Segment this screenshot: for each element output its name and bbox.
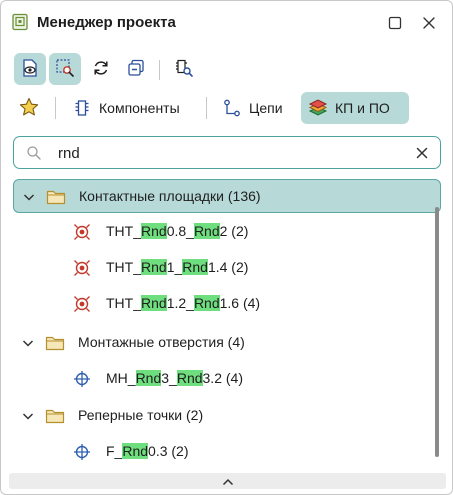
chevron-up-icon: [222, 473, 234, 489]
match-highlight: Rnd: [176, 370, 203, 386]
label-part: 0.8_: [166, 223, 194, 239]
tree-item-row[interactable]: THT_Rnd0.8_Rnd2 (2): [13, 215, 441, 249]
label-part: F_: [106, 443, 123, 459]
close-button[interactable]: [419, 13, 439, 33]
scroll-up-bar[interactable]: [9, 473, 446, 489]
label-part: 3.2 (4): [202, 370, 243, 386]
refresh-button[interactable]: [85, 53, 117, 85]
tab-separator: [55, 97, 56, 119]
item-label: F_Rnd0.3 (2): [106, 443, 189, 459]
crosshair-icon: [73, 370, 91, 388]
tree-group-row[interactable]: Реперные точки (2): [13, 399, 441, 433]
search-icon: [26, 145, 42, 164]
label-part: THT_: [106, 223, 141, 239]
match-highlight: Rnd: [135, 370, 162, 386]
group-label: Контактные площадки (136): [79, 188, 261, 204]
label-part: 3_: [161, 370, 177, 386]
collapse-all-button[interactable]: [120, 53, 152, 85]
tab-nets-label: Цепи: [249, 100, 283, 116]
tab-separator: [206, 97, 207, 119]
pad-icon: [73, 259, 91, 277]
refresh-icon: [91, 58, 111, 81]
match-highlight: Rnd: [141, 295, 167, 311]
folder-icon: [45, 408, 65, 424]
tree-group-row[interactable]: Монтажные отверстия (4): [13, 326, 441, 360]
label-part: MH_: [106, 370, 136, 386]
layers-icon: [307, 97, 329, 119]
tab-bar: Компоненты Цепи КП и ПО: [1, 91, 452, 125]
search-input[interactable]: [58, 143, 398, 163]
net-icon: [221, 97, 243, 119]
pads-tree: Контактные площадки (136) THT_Rnd0.8_Rnd2…: [1, 177, 452, 471]
select-zoom-icon: [55, 58, 75, 81]
collapse-icon: [126, 58, 146, 81]
component-search-icon: [174, 58, 194, 81]
tree-group-row[interactable]: Контактные площадки (136): [13, 179, 441, 213]
toolbar-top: [1, 51, 452, 91]
pad-icon: [73, 223, 91, 241]
zoom-to-selection-button[interactable]: [49, 53, 81, 85]
project-manager-panel: Менеджер проекта Компоненты Цепи КП и ПО…: [0, 0, 453, 495]
crosshair-icon: [73, 443, 91, 461]
folder-icon: [46, 189, 66, 205]
label-part: 1.4 (2): [207, 259, 249, 275]
match-highlight: Rnd: [193, 295, 220, 311]
clear-search-icon[interactable]: [414, 145, 430, 161]
item-label: THT_Rnd0.8_Rnd2 (2): [106, 223, 248, 239]
chevron-down-icon[interactable]: [21, 409, 35, 423]
component-icon: [71, 97, 93, 119]
search-box: [13, 136, 441, 169]
pad-icon: [73, 295, 91, 313]
chevron-down-icon[interactable]: [22, 190, 36, 204]
chevron-down-icon[interactable]: [21, 336, 35, 350]
tree-item-row[interactable]: MH_Rnd3_Rnd3.2 (4): [13, 362, 441, 396]
tree-item-row[interactable]: F_Rnd0.3 (2): [13, 435, 441, 469]
vertical-scrollbar[interactable]: [435, 207, 439, 457]
maximize-button[interactable]: [385, 13, 405, 33]
group-label: Реперные точки (2): [78, 407, 204, 423]
label-part: 1_: [166, 259, 183, 275]
label-part: 0.3 (2): [148, 443, 189, 459]
tab-pads-vias[interactable]: КП и ПО: [301, 92, 409, 124]
find-component-button[interactable]: [168, 53, 200, 85]
match-highlight: Rnd: [122, 443, 149, 459]
title-bar: Менеджер проекта: [1, 1, 452, 45]
label-part: 2 (2): [219, 223, 249, 239]
item-label: MH_Rnd3_Rnd3.2 (4): [106, 370, 243, 386]
favorites-button[interactable]: [13, 92, 45, 124]
match-highlight: Rnd: [141, 223, 167, 239]
tab-components[interactable]: Компоненты: [65, 92, 188, 124]
toolbar-separator: [159, 60, 160, 80]
project-manager-icon: [11, 13, 29, 31]
tab-pads-vias-label: КП и ПО: [335, 100, 390, 116]
match-highlight: Rnd: [193, 223, 220, 239]
match-highlight: Rnd: [182, 259, 208, 275]
window-title: Менеджер проекта: [37, 14, 176, 31]
label-part: 1.2_: [166, 295, 194, 311]
tab-nets[interactable]: Цепи: [215, 92, 291, 124]
match-highlight: Rnd: [141, 259, 167, 275]
show-visible-button[interactable]: [14, 53, 46, 85]
tree-item-row[interactable]: THT_Rnd1.2_Rnd1.6 (4): [13, 287, 441, 321]
item-label: THT_Rnd1_Rnd1.4 (2): [106, 259, 248, 275]
document-eye-icon: [20, 58, 40, 81]
tree-item-row[interactable]: THT_Rnd1_Rnd1.4 (2): [13, 251, 441, 285]
item-label: THT_Rnd1.2_Rnd1.6 (4): [106, 295, 260, 311]
label-part: THT_: [106, 295, 141, 311]
label-part: 1.6 (4): [219, 295, 261, 311]
tab-components-label: Компоненты: [99, 100, 180, 116]
folder-icon: [45, 335, 65, 351]
star-icon: [18, 96, 40, 121]
group-label: Монтажные отверстия (4): [78, 334, 245, 350]
label-part: THT_: [106, 259, 141, 275]
